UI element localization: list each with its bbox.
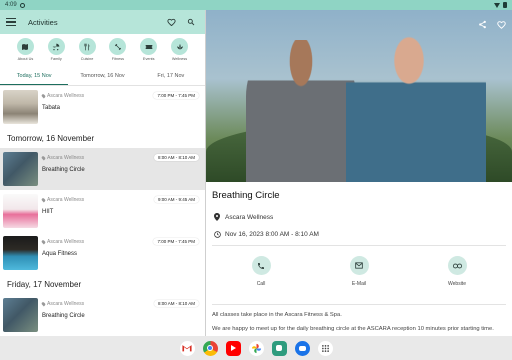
- detail-datetime-row: Nov 16, 2023 8:00 AM - 8:10 AM: [212, 228, 506, 240]
- tab-tomorrow[interactable]: Tomorrow, 16 Nov: [68, 68, 136, 85]
- time-badge: 7:00 PM - 7:45 PM: [153, 92, 199, 99]
- list-item[interactable]: Ascara Wellness Aqua Fitness 7:00 PM - 7…: [0, 232, 205, 274]
- favorite-heart-icon[interactable]: [497, 16, 506, 34]
- messages-icon[interactable]: [294, 340, 310, 356]
- activity-thumbnail: [3, 90, 38, 124]
- item-location: Ascara Wellness: [47, 155, 85, 161]
- youtube-icon[interactable]: [225, 340, 241, 356]
- detail-location-row: Ascara Wellness: [212, 211, 506, 223]
- location-pin-icon: [41, 155, 46, 161]
- photos-icon[interactable]: [248, 340, 264, 356]
- status-bar: 4:09: [0, 0, 512, 10]
- category-fitness[interactable]: Fitness: [106, 38, 130, 61]
- item-title: Breathing Circle: [42, 313, 85, 319]
- divider: [212, 245, 506, 246]
- day-tabs: Today, 15 Nov Tomorrow, 16 Nov Fri, 17 N…: [0, 68, 205, 86]
- item-title: Tabata: [42, 105, 61, 111]
- menu-icon[interactable]: [6, 18, 16, 26]
- category-events[interactable]: Events: [137, 38, 161, 61]
- category-bar: About Us Family Cuisine Fitness Events W…: [0, 34, 205, 68]
- location-pin-icon: [41, 301, 46, 307]
- list-item[interactable]: Ascara Wellness Breathing Circle 8:00 AM…: [0, 294, 205, 336]
- gmail-icon[interactable]: [179, 340, 195, 356]
- call-button[interactable]: Call: [231, 256, 291, 296]
- cutlery-icon: [78, 38, 96, 55]
- activity-thumbnail: [3, 152, 38, 186]
- category-about-us[interactable]: About Us: [13, 38, 37, 61]
- app-icon-green[interactable]: [271, 340, 287, 356]
- section-header-tomorrow: Tomorrow, 16 November: [7, 133, 95, 143]
- activity-thumbnail: [3, 236, 38, 270]
- item-location: Ascara Wellness: [47, 93, 85, 99]
- list-item[interactable]: Ascara Wellness Tabata 7:00 PM - 7:45 PM: [0, 86, 205, 128]
- category-cuisine[interactable]: Cuisine: [75, 38, 99, 61]
- activities-list-pane: Activities About Us Family Cuisine Fitne…: [0, 10, 205, 336]
- item-title: Aqua Fitness: [42, 251, 78, 257]
- item-location: Ascara Wellness: [47, 197, 85, 203]
- search-icon[interactable]: [183, 14, 199, 30]
- app-dock: [0, 336, 512, 360]
- item-title: HIIT: [42, 209, 54, 215]
- phone-icon: [251, 256, 271, 275]
- activity-thumbnail: [3, 194, 38, 228]
- favorite-heart-icon[interactable]: [163, 14, 179, 30]
- app-title: Activities: [28, 17, 58, 27]
- chrome-icon[interactable]: [202, 340, 218, 356]
- description-paragraph: We are happy to meet up for the daily br…: [212, 326, 494, 332]
- stroller-icon: [47, 38, 65, 55]
- location-pin-icon: [41, 239, 46, 245]
- dumbbell-icon: [109, 38, 127, 55]
- activity-thumbnail: [3, 298, 38, 332]
- list-item[interactable]: Ascara Wellness HIIT 9:00 AM - 9:45 AM: [0, 190, 205, 232]
- map-icon: [16, 38, 34, 55]
- link-icon: [447, 256, 467, 275]
- status-time: 4:09: [5, 2, 17, 8]
- divider: [212, 304, 506, 305]
- detail-description: All classes take place in the Ascara Fit…: [212, 309, 506, 333]
- email-button[interactable]: E-Mail: [329, 256, 389, 296]
- location-pin-icon: [212, 213, 222, 221]
- item-location: Ascara Wellness: [47, 301, 85, 307]
- mail-icon: [349, 256, 369, 275]
- detail-title: Breathing Circle: [212, 190, 280, 201]
- detail-location: Ascara Wellness: [225, 213, 274, 221]
- settings-status-icon: [19, 2, 25, 8]
- item-title: Breathing Circle: [42, 167, 85, 173]
- location-pin-icon: [41, 197, 46, 203]
- contact-actions: Call E-Mail Website: [212, 250, 506, 300]
- list-item[interactable]: Ascara Wellness Breathing Circle 8:00 AM…: [0, 148, 205, 190]
- time-badge: 9:00 AM - 9:45 AM: [153, 196, 199, 203]
- time-badge: 8:00 AM - 8:10 AM: [153, 154, 199, 161]
- item-location: Ascara Wellness: [47, 239, 85, 245]
- time-badge: 7:00 PM - 7:45 PM: [153, 238, 199, 245]
- activity-detail-pane: Breathing Circle Ascara Wellness Nov 16,…: [206, 10, 512, 336]
- tab-friday[interactable]: Fri, 17 Nov: [137, 68, 205, 85]
- app-bar: Activities: [0, 10, 205, 34]
- share-icon[interactable]: [478, 16, 487, 34]
- tab-today[interactable]: Today, 15 Nov: [0, 68, 69, 85]
- category-family[interactable]: Family: [44, 38, 68, 61]
- clock-icon: [212, 230, 222, 238]
- ticket-icon: [140, 38, 158, 55]
- hero-image: [206, 10, 512, 182]
- time-badge: 8:00 AM - 8:10 AM: [153, 300, 199, 307]
- category-wellness[interactable]: Wellness: [168, 38, 192, 61]
- detail-datetime: Nov 16, 2023 8:00 AM - 8:10 AM: [225, 230, 319, 238]
- description-paragraph: All classes take place in the Ascara Fit…: [212, 312, 342, 318]
- website-button[interactable]: Website: [427, 256, 487, 296]
- wifi-icon: [494, 2, 500, 8]
- section-header-friday: Friday, 17 November: [7, 279, 82, 289]
- app-drawer-icon[interactable]: [317, 340, 333, 356]
- location-pin-icon: [41, 93, 46, 99]
- battery-icon: [503, 2, 507, 8]
- lotus-icon: [171, 38, 189, 55]
